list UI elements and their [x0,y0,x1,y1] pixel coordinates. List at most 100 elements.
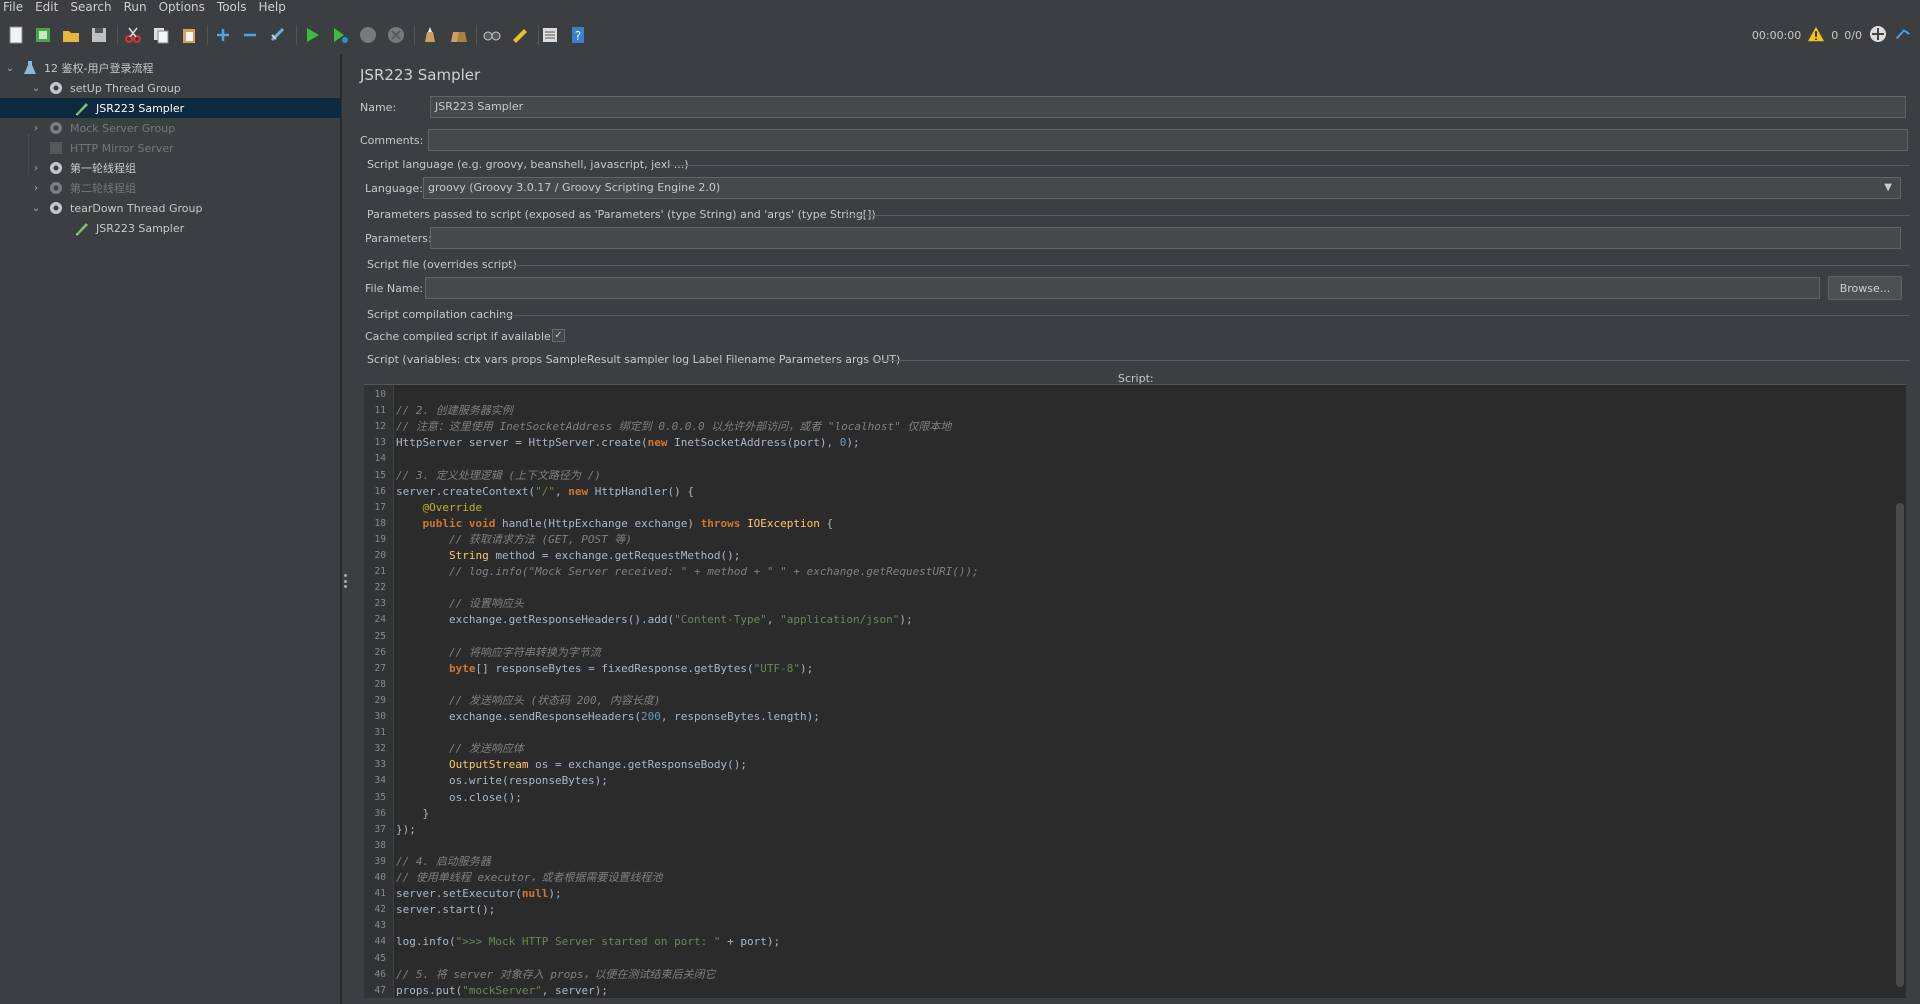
tree-item[interactable]: › Mock Server Group [0,118,341,138]
code-line: 40 // 使用单线程 executor，或者根据需要设置线程池 [364,870,1906,886]
toggle-icon[interactable] [266,23,290,47]
code-text: // 获取请求方法 (GET, POST 等) [396,532,632,548]
cut-icon[interactable] [121,23,145,47]
code-token: OutputStream [448,758,529,772]
tree-item[interactable]: › 第一轮线程组 [0,158,341,178]
shutdown-icon[interactable] [384,23,408,47]
tree-item[interactable]: JSR223 Sampler [0,218,341,238]
menu-file[interactable]: File [0,0,29,16]
expand-icon[interactable] [211,23,235,47]
menu-search[interactable]: Search [64,0,117,16]
tree-item-label: Mock Server Group [70,121,176,135]
tree-item[interactable]: ⌄ tearDown Thread Group [0,198,341,218]
line-number: 16 [374,485,386,497]
menu-run[interactable]: Run [118,0,153,16]
line-number: 10 [374,389,386,400]
line-number: 30 [374,711,386,722]
code-line: 28 [364,677,1906,693]
code-text: os.write(responseBytes); [396,773,608,789]
code-token: }); [396,822,416,836]
open-icon[interactable] [59,23,83,47]
panel-splitter[interactable] [341,54,349,1004]
line-number: 47 [374,984,386,996]
code-token: "Content-Type" [674,613,767,627]
code-text: exchange.sendResponseHeaders(200, respon… [396,709,820,725]
cache-checkbox[interactable]: ✓ [552,329,565,342]
file-name-field[interactable] [425,277,1820,299]
language-select[interactable]: groovy (Groovy 3.0.17 / Groovy Scripting… [423,177,1901,199]
chevron-down-icon[interactable]: ⌄ [30,202,42,214]
start-icon[interactable] [300,23,324,47]
code-line: 19 // 获取请求方法 (GET, POST 等) [364,532,1906,548]
code-text: OutputStream os = exchange.getResponseBo… [396,757,747,773]
code-text: props.put("mockServer", server); [396,983,608,998]
code-text: exchange.getResponseHeaders().add("Conte… [396,612,913,628]
tree-item[interactable]: ⌄ 12 鉴权-用户登录流程 [0,58,341,78]
code-line: 29 // 发送响应头 (状态码 200, 内容长度) [364,693,1906,709]
chevron-right-icon[interactable]: › [30,122,42,134]
collapse-icon[interactable] [238,23,262,47]
clear-icon[interactable] [418,23,442,47]
chevron-right-icon[interactable]: › [30,182,42,194]
parameters-field[interactable] [430,227,1901,249]
code-line: 34 os.write(responseBytes); [364,773,1906,789]
parameters-section: Parameters passed to script (exposed as … [367,208,876,221]
warning-icon[interactable] [1807,25,1825,46]
tree-item[interactable]: HTTP Mirror Server [0,138,341,158]
save-icon[interactable] [87,23,111,47]
menu-options[interactable]: Options [153,0,211,16]
code-token: log.info( [396,935,456,949]
templates-icon[interactable] [31,23,55,47]
reset-search-icon[interactable] [508,23,532,47]
code-token: // 获取请求方法 (GET, POST 等) [448,532,632,546]
line-number: 37 [374,823,386,835]
clear-all-icon[interactable] [446,23,470,47]
new-icon[interactable] [4,23,28,47]
line-number: 39 [374,855,386,867]
tree-item[interactable]: ⌄ setUp Thread Group [0,78,341,98]
menu-edit[interactable]: Edit [29,0,64,16]
name-field[interactable]: JSR223 Sampler [430,96,1906,118]
menu-tools[interactable]: Tools [211,0,253,16]
code-token: void [468,516,496,530]
tree-item[interactable]: › 第二轮线程组 [0,178,341,198]
language-label: Language: [365,182,423,195]
chevron-down-icon[interactable]: ⌄ [30,82,42,94]
chevron-right-icon[interactable]: › [30,162,42,174]
line-number: 35 [374,791,386,803]
start-no-pauses-icon[interactable] [328,23,352,47]
code-token: public [422,516,463,530]
menu-help[interactable]: Help [252,0,291,16]
splitter-grip[interactable] [344,574,347,588]
gear-icon [48,160,64,176]
code-token: server.createContext( [396,484,536,498]
function-helper-icon[interactable] [538,23,562,47]
browse-button[interactable]: Browse... [1828,276,1902,300]
stop-icon[interactable] [356,23,380,47]
comments-field[interactable] [428,129,1908,151]
code-text: // 设置响应头 [396,596,524,612]
code-line: 46 // 5. 将 server 对象存入 props，以便在测试结束后关闭它 [364,967,1906,983]
code-token: InetSocketAddress(port), [667,436,840,450]
code-token: new [568,484,589,498]
paste-icon[interactable] [177,23,201,47]
tree-item-label: JSR223 Sampler [96,101,185,115]
copy-icon[interactable] [149,23,173,47]
tree-item-label: setUp Thread Group [70,81,181,95]
code-text: @Override [396,500,483,516]
chevron-down-icon[interactable]: ▼ [1884,178,1892,198]
code-line: 13 HttpServer server = HttpServer.create(… [364,435,1906,451]
tree-item[interactable]: JSR223 Sampler [0,98,341,118]
line-number: 40 [374,872,386,883]
caching-section: Script compilation caching [367,308,514,321]
log-viewer-icon[interactable] [1894,25,1912,46]
search-icon[interactable] [480,23,504,47]
gear-icon [48,80,64,96]
code-line: 37}); [364,822,1906,838]
help-icon[interactable]: ? [566,23,590,47]
line-number: 46 [374,968,386,980]
chevron-down-icon[interactable]: ⌄ [4,62,16,74]
script-editor[interactable]: 10 11 // 2. 创建服务器实例 12 // 注意：这里使用 InetSocket… [364,384,1906,998]
